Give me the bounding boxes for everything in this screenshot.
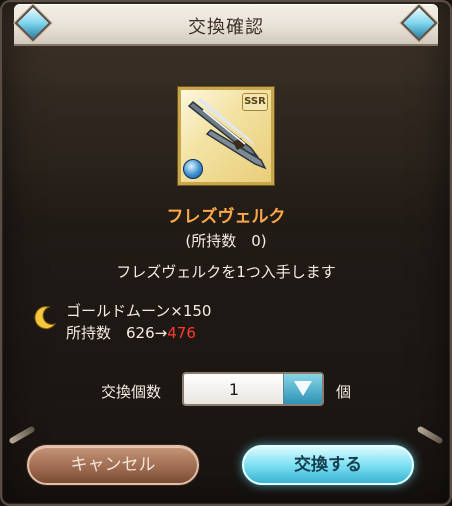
quantity-row: 交換個数 1 個 [2, 372, 450, 410]
frame-ornament [8, 425, 36, 445]
water-element-icon [183, 159, 203, 179]
acquire-message: フレズヴェルクを1つ入手します [116, 263, 336, 281]
cost-item-line: ゴールドムーン×150 [66, 302, 212, 320]
chevron-down-icon [294, 381, 312, 396]
cost-owned-label: 所持数 [66, 324, 127, 342]
quantity-unit: 個 [336, 383, 352, 401]
frame-ornament [416, 425, 444, 445]
cost-owned-after: 476 [167, 324, 196, 342]
exchange-button[interactable]: 交換する [242, 445, 414, 485]
item-name: フレズヴェルク [166, 207, 286, 227]
exchange-confirm-dialog: 交換確認 SSR フレズヴェルク (所持数 0) フレズヴェルクを1つ入手します… [0, 0, 452, 506]
dialog-title: 交換確認 [188, 17, 264, 38]
dialog-titlebar: 交換確認 [14, 4, 438, 46]
item-owned-count: (所持数 0) [185, 232, 267, 250]
item-thumbnail: SSR [178, 87, 274, 185]
quantity-label: 交換個数 [101, 383, 162, 401]
gold-moon-icon [34, 306, 57, 330]
cancel-button[interactable]: キャンセル [27, 445, 199, 485]
quantity-value: 1 [228, 380, 240, 399]
quantity-select[interactable]: 1 [182, 372, 324, 406]
arrow-icon: → [154, 324, 168, 342]
dropdown-button[interactable] [283, 374, 322, 404]
cost-owned-before: 626 [126, 324, 155, 342]
cost-owned-line: 所持数 626→476 [66, 322, 196, 343]
rarity-badge: SSR [242, 93, 268, 111]
